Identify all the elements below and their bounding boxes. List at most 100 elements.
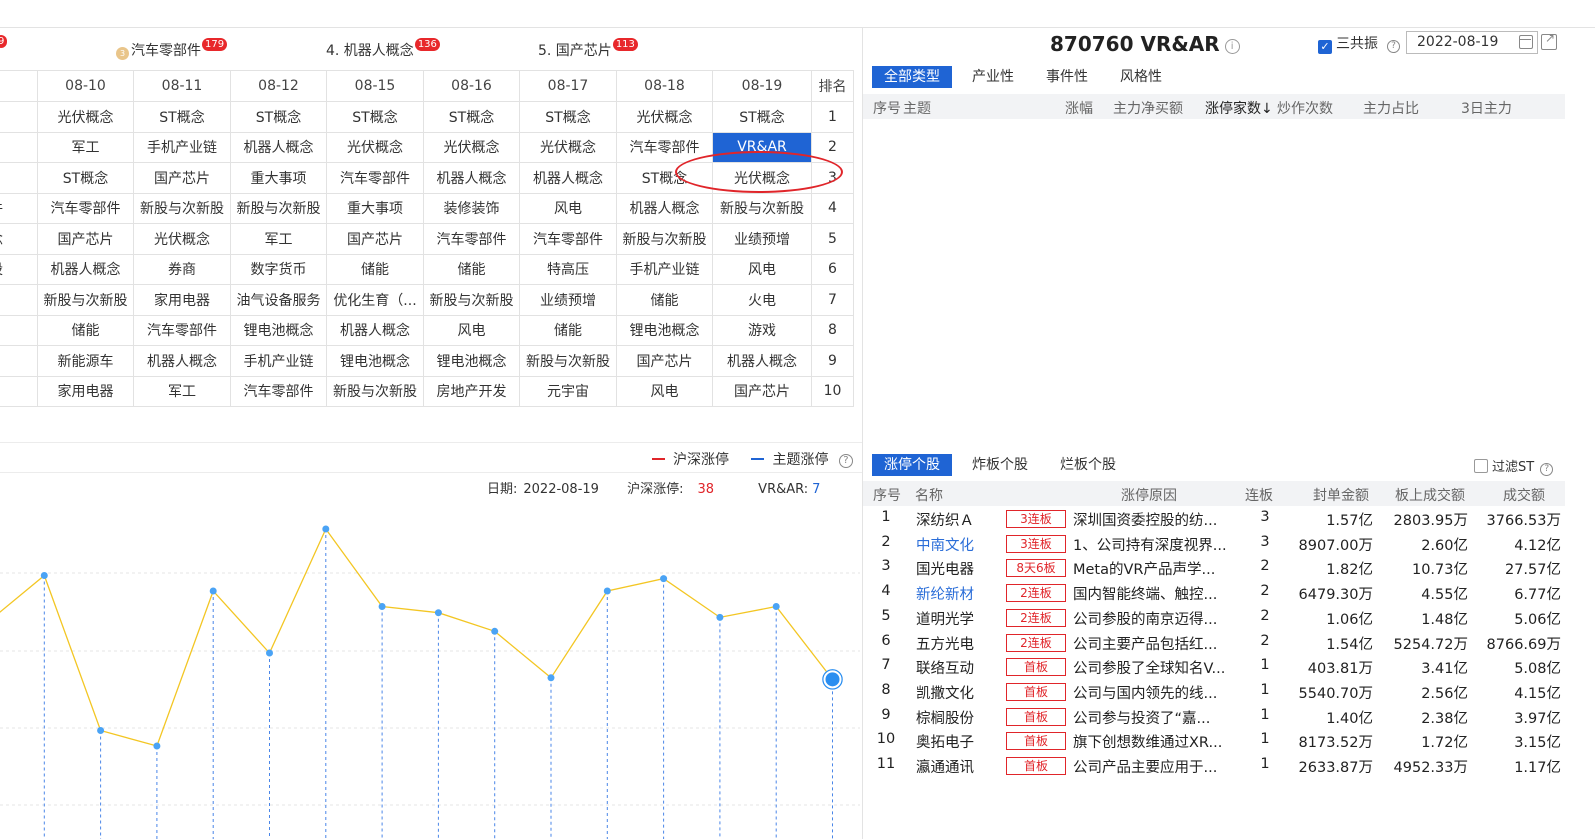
concept-cell[interactable]: 房地产开发 (423, 375, 520, 407)
concept-cell[interactable]: 光伏概念 (616, 101, 713, 133)
tab-0[interactable]: 全部类型 (872, 66, 952, 88)
concept-cell[interactable]: ST概念 (519, 101, 617, 133)
concept-cell[interactable]: 汽车零部件 (326, 162, 424, 194)
data-point[interactable] (547, 674, 555, 682)
table-row[interactable]: 8 凯撒文化 首板 公司与国内领先的线... 1 5540.70万 2.56亿 4.15亿 (863, 679, 1565, 704)
concept-cell[interactable]: 光伏概念 (133, 223, 231, 255)
tab-0[interactable]: 涨停个股 (872, 454, 952, 476)
data-point[interactable] (266, 649, 273, 657)
table-row[interactable]: 9 棕榈股份 首板 公司参与投资了“嘉... 1 1.40亿 2.38亿 3.97亿 (863, 704, 1565, 729)
column-header[interactable]: 连板 (1245, 485, 1273, 505)
tab-1[interactable]: 产业性 (960, 66, 1026, 88)
filter-st-checkbox[interactable]: 过滤ST? (1474, 456, 1554, 476)
concept-cell[interactable]: 新股与次新股 (519, 345, 617, 377)
concept-cell[interactable]: 家用电器 (37, 375, 134, 407)
concept-cell[interactable]: 机器人概念 (133, 345, 231, 377)
concept-cell[interactable]: 机器人概念 (230, 131, 327, 163)
column-header[interactable]: 主力净买额 (1113, 98, 1183, 118)
concept-cell[interactable]: 念 (0, 131, 38, 163)
data-point[interactable] (603, 587, 611, 595)
concept-cell[interactable]: 新股 (0, 253, 38, 285)
concept-cell[interactable]: 军工 (37, 131, 134, 163)
concept-cell[interactable]: 国产芯片 (712, 375, 812, 407)
concept-cell[interactable]: 油气设备服务 (230, 284, 327, 316)
concept-cell[interactable]: 光伏概念 (326, 131, 424, 163)
concept-cell[interactable]: 汽车零部件 (423, 223, 520, 255)
concept-cell[interactable]: ST概念 (230, 101, 327, 133)
column-header[interactable]: 序号 (873, 98, 901, 118)
concept-cell[interactable]: 机器人概念 (519, 162, 617, 194)
concept-cell[interactable]: 部件 (0, 192, 38, 224)
concept-cell[interactable]: 业绩预增 (712, 223, 812, 255)
date-picker-input[interactable]: 2022-08-19 (1406, 31, 1538, 54)
table-row[interactable]: 7 联络互动 首板 公司参股了全球知名V... 1 403.81万 3.41亿 5.08亿 (863, 654, 1565, 679)
concept-cell[interactable]: 锂电池概念 (230, 314, 327, 346)
data-point[interactable] (491, 627, 499, 635)
concept-cell[interactable]: ST概念 (423, 101, 520, 133)
column-header[interactable]: 主题 (903, 98, 931, 118)
concept-cell[interactable]: 光伏概念 (423, 131, 520, 163)
concept-cell[interactable]: 国产芯片 (616, 345, 713, 377)
column-header[interactable]: 名称 (915, 485, 943, 505)
concept-3[interactable]: 3 汽车零部件 179 (116, 38, 228, 60)
concept-cell[interactable]: 汽车零部件 (37, 192, 134, 224)
tab-2[interactable]: 事件性 (1034, 66, 1100, 88)
concept-cell[interactable]: 特高压 (519, 253, 617, 285)
concept-cell[interactable]: 新股与次新股 (37, 284, 134, 316)
concept-cell[interactable]: 机器人概念 (37, 253, 134, 285)
concept-cell[interactable]: 新能源车 (37, 345, 134, 377)
concept-cell[interactable]: 家用电器 (133, 284, 231, 316)
concept-cell[interactable]: 风电 (519, 192, 617, 224)
concept-cell[interactable]: 锂电池概念 (423, 345, 520, 377)
concept-cell[interactable]: 机器人概念 (616, 192, 713, 224)
table-row[interactable]: 3 国光电器 8天6板 Meta的VR产品声学... 2 1.82亿 10.73亿 27.57… (863, 555, 1565, 580)
help-icon[interactable]: ? (838, 454, 853, 468)
concept-cell[interactable]: 游戏 (712, 314, 812, 346)
concept-cell[interactable]: 数字货币 (230, 253, 327, 285)
concept-cell[interactable]: 光伏概念 (712, 162, 812, 194)
concept-cell[interactable]: 军工 (133, 375, 231, 407)
concept-cell[interactable]: 装修装饰 (423, 192, 520, 224)
concept-cell[interactable] (0, 284, 38, 316)
concept-cell[interactable]: 手机产业链 (133, 131, 231, 163)
checkbox-checked-icon[interactable]: ✓ (1318, 40, 1332, 54)
concept-5[interactable]: 5. 国产芯片 113 (538, 38, 638, 60)
concept-cell[interactable]: 汽车零部件 (230, 375, 327, 407)
calendar-icon[interactable] (1519, 35, 1533, 49)
concept-cell[interactable]: 驶 (0, 345, 38, 377)
data-point[interactable] (378, 603, 386, 610)
table-row[interactable]: 2 中南文化 3连板 1、公司持有深度视界... 3 8907.00万 2.60亿 4.12亿 (863, 531, 1565, 556)
concept-cell[interactable]: 风电 (712, 253, 812, 285)
concept-cell[interactable]: 汽车零部件 (133, 314, 231, 346)
concept-4[interactable]: 4. 机器人概念 136 (326, 38, 440, 60)
column-header[interactable]: 成交额 (1503, 485, 1545, 505)
concept-cell[interactable]: 锂电池概念 (616, 314, 713, 346)
concept-cell[interactable]: 念 (0, 101, 38, 133)
column-header[interactable]: 涨停家数↓ (1205, 98, 1273, 118)
table-row[interactable]: 10 奥拓电子 首板 旗下创想数维通过XR... 1 8173.52万 1.72亿 3.15亿 (863, 728, 1565, 753)
concept-cell[interactable]: 新股与次新股 (133, 192, 231, 224)
concept-cell[interactable]: 军工 (230, 223, 327, 255)
open-external-icon[interactable] (1541, 31, 1557, 50)
concept-cell[interactable]: ST概念 (326, 101, 424, 133)
info-icon[interactable]: i (1224, 39, 1240, 54)
data-point[interactable] (97, 727, 105, 734)
concept-cell[interactable]: ST概念 (133, 101, 231, 133)
concept-cell[interactable]: 储能 (616, 284, 713, 316)
concept-cell[interactable]: 手机产业链 (230, 345, 327, 377)
concept-cell[interactable]: 风电 (616, 375, 713, 407)
concept-cell[interactable]: 风电 (423, 314, 520, 346)
concept-cell[interactable]: 业绩预增 (519, 284, 617, 316)
concept-cell[interactable]: 新股与次新股 (326, 375, 424, 407)
concept-cell[interactable] (0, 314, 38, 346)
table-row[interactable]: 5 道明光学 2连板 公司参股的南京迈得... 2 1.06亿 1.48亿 5.06亿 (863, 605, 1565, 630)
concept-cell[interactable]: 念 (0, 375, 38, 407)
concept-cell[interactable]: ST概念 (37, 162, 134, 194)
concept-cell[interactable]: 储能 (37, 314, 134, 346)
help-icon[interactable]: ? (1540, 463, 1554, 476)
table-row[interactable]: 6 五方光电 2连板 公司主要产品包括红... 2 1.54亿 5254.72万 8766.6… (863, 630, 1565, 655)
column-header[interactable]: 序号 (873, 485, 901, 505)
tab-2[interactable]: 烂板个股 (1048, 454, 1128, 476)
concept-cell[interactable]: 储能 (519, 314, 617, 346)
concept-cell[interactable]: 国产芯片 (37, 223, 134, 255)
